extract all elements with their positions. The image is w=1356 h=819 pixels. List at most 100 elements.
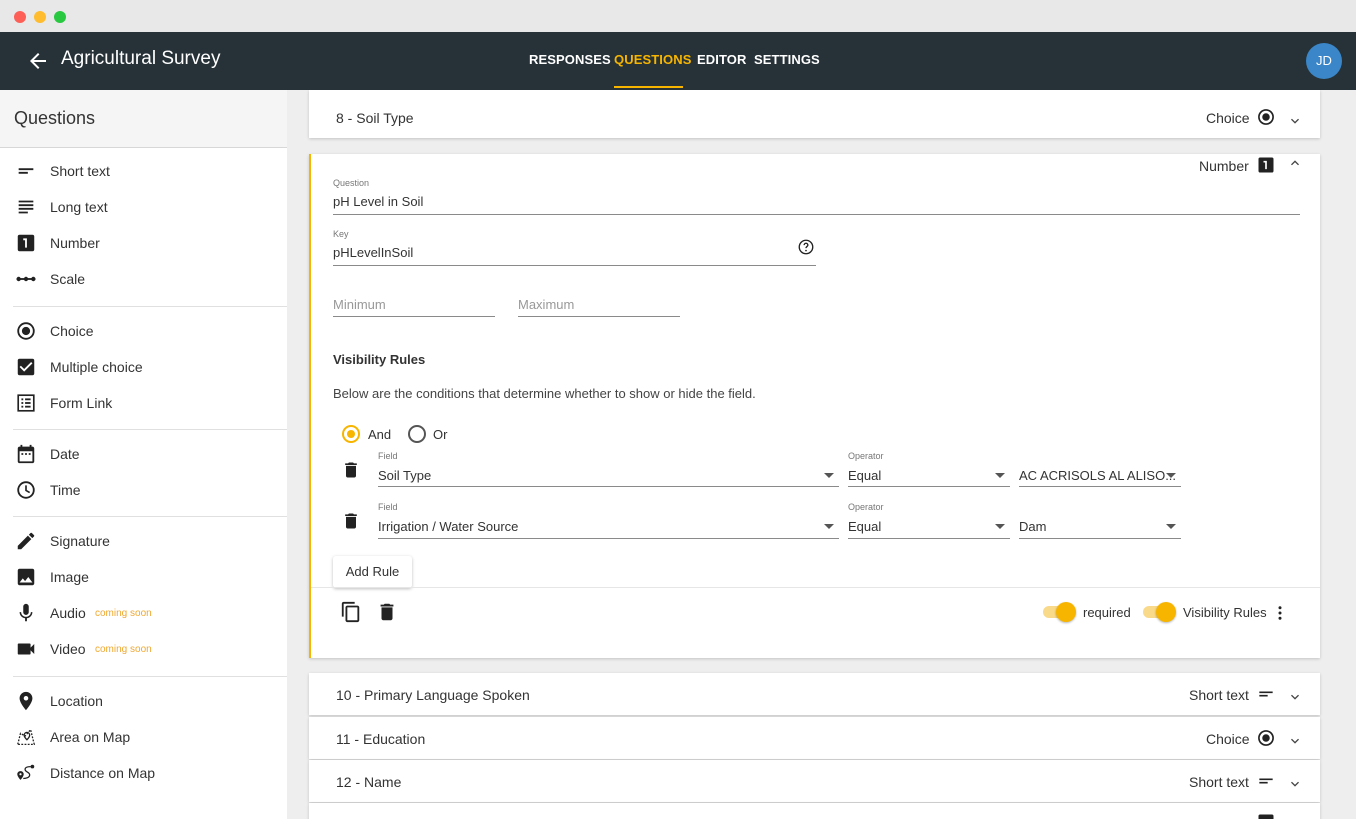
chevron-down-icon[interactable]	[1287, 776, 1303, 792]
delete-rule-icon[interactable]	[341, 460, 361, 480]
minimum-input[interactable]: Minimum	[333, 297, 386, 312]
radio-icon	[1258, 730, 1274, 746]
sidebar-item-multiple-choice[interactable]: Multiple choice	[0, 353, 287, 383]
dropdown-arrow-icon	[824, 524, 834, 529]
sidebar-item-audio[interactable]: Audio coming soon	[0, 599, 287, 629]
checkbox-icon	[17, 358, 35, 376]
add-rule-button[interactable]: Add Rule	[333, 556, 412, 588]
sidebar-item-label: Date	[50, 446, 80, 462]
rule-operator-select[interactable]: Equal	[848, 468, 881, 483]
more-options-icon[interactable]	[1271, 604, 1289, 622]
and-radio[interactable]	[342, 425, 360, 443]
tab-responses[interactable]: RESPONSES	[529, 52, 611, 67]
rule-operator-underline	[848, 538, 1010, 539]
dropdown-arrow-icon	[995, 524, 1005, 529]
arrow-back-icon[interactable]	[26, 49, 50, 73]
chevron-up-icon[interactable]	[1287, 155, 1303, 171]
pencil-icon	[17, 532, 35, 550]
question-card-collapsed[interactable]: 11 - Education Choice	[309, 717, 1320, 759]
key-input[interactable]: pHLevelInSoil	[333, 245, 413, 260]
tab-editor[interactable]: EDITOR	[697, 52, 746, 67]
sidebar-item-signature[interactable]: Signature	[0, 527, 287, 557]
avatar[interactable]: JD	[1306, 43, 1342, 79]
question-card-collapsed[interactable]: 8 - Soil Type Choice	[309, 90, 1320, 138]
map-area-icon	[16, 728, 36, 745]
question-title: 8 - Soil Type	[336, 110, 414, 126]
list-icon	[17, 394, 35, 412]
dropdown-arrow-icon	[1166, 524, 1176, 529]
question-card-collapsed[interactable]	[309, 803, 1320, 819]
maximize-window-button[interactable]	[54, 11, 66, 23]
rule-value-select[interactable]: AC ACRISOLS AL ALISO...	[1019, 468, 1176, 483]
sidebar-item-number[interactable]: Number	[0, 229, 287, 259]
coming-soon-badge: coming soon	[95, 608, 152, 619]
required-toggle[interactable]	[1041, 601, 1076, 622]
rule-field-select[interactable]: Soil Type	[378, 468, 431, 483]
maximum-input[interactable]: Maximum	[518, 297, 574, 312]
rule-field-select[interactable]: Irrigation / Water Source	[378, 519, 518, 534]
sidebar-item-label: Time	[50, 482, 81, 498]
toggle-knob	[1156, 602, 1176, 622]
tab-questions[interactable]: QUESTIONS	[614, 52, 691, 67]
sidebar-item-label: Location	[50, 693, 103, 709]
sidebar-item-label: Signature	[50, 533, 110, 549]
video-camera-icon	[17, 643, 35, 655]
close-window-button[interactable]	[14, 11, 26, 23]
sidebar-item-date[interactable]: Date	[0, 440, 287, 470]
sidebar-item-distance-on-map[interactable]: Distance on Map	[0, 759, 287, 789]
rule-field-label: Field	[378, 451, 398, 461]
window-titlebar	[0, 0, 1356, 32]
sidebar-item-time[interactable]: Time	[0, 476, 287, 506]
radio-icon	[1258, 109, 1274, 125]
rule-operator-select[interactable]: Equal	[848, 519, 881, 534]
sidebar-header: Questions	[0, 90, 287, 148]
sidebar-item-video[interactable]: Video coming soon	[0, 635, 287, 665]
question-type-label: Choice	[1206, 731, 1250, 747]
tab-settings[interactable]: SETTINGS	[754, 52, 820, 67]
sidebar-item-long-text[interactable]: Long text	[0, 193, 287, 223]
or-radio[interactable]	[408, 425, 426, 443]
sidebar-item-short-text[interactable]: Short text	[0, 157, 287, 187]
rule-value-underline	[1019, 486, 1181, 487]
question-card-expanded: Number Question pH Level in Soil Key pHL…	[309, 154, 1320, 658]
delete-rule-icon[interactable]	[341, 511, 361, 531]
sidebar-divider	[13, 516, 287, 517]
sidebar-item-label: Scale	[50, 271, 86, 287]
or-radio-label: Or	[433, 427, 448, 442]
card-footer-divider	[311, 587, 1320, 588]
question-card-collapsed[interactable]: 12 - Name Short text	[309, 760, 1320, 802]
minimize-window-button[interactable]	[34, 11, 46, 23]
question-card-collapsed[interactable]: 10 - Primary Language Spoken Short text	[309, 673, 1320, 715]
rule-value-select[interactable]: Dam	[1019, 519, 1046, 534]
sidebar-item-form-link[interactable]: Form Link	[0, 389, 287, 419]
question-text-input[interactable]: pH Level in Soil	[333, 194, 423, 209]
sidebar-item-scale[interactable]: Scale	[0, 265, 287, 295]
chevron-down-icon[interactable]	[1287, 689, 1303, 705]
visibility-rules-toggle[interactable]	[1141, 601, 1176, 622]
help-icon[interactable]	[797, 238, 815, 256]
calendar-icon	[17, 444, 35, 464]
sidebar-title: Questions	[14, 108, 96, 128]
toggle-knob	[1056, 602, 1076, 622]
sidebar-item-choice[interactable]: Choice	[0, 317, 287, 347]
copy-icon[interactable]	[340, 601, 362, 623]
visibility-rules-label: Visibility Rules	[1183, 605, 1267, 620]
chevron-down-icon[interactable]	[1287, 733, 1303, 749]
chevron-down-icon[interactable]	[1287, 113, 1303, 129]
sidebar-item-image[interactable]: Image	[0, 563, 287, 593]
question-type-label: Short text	[1189, 687, 1249, 703]
sidebar-item-area-on-map[interactable]: Area on Map	[0, 723, 287, 753]
visibility-rules-description: Below are the conditions that determine …	[333, 386, 756, 401]
image-icon	[17, 568, 35, 586]
number-icon	[17, 234, 35, 252]
dropdown-arrow-icon	[995, 473, 1005, 478]
minimum-input-underline	[333, 316, 495, 317]
app-bar: Agricultural Survey RESPONSES QUESTIONS …	[0, 32, 1356, 90]
delete-question-icon[interactable]	[376, 601, 398, 623]
clock-icon	[17, 481, 35, 499]
sidebar-item-location[interactable]: Location	[0, 687, 287, 717]
sidebar-divider	[13, 429, 287, 430]
question-title: 10 - Primary Language Spoken	[336, 687, 530, 703]
rule-operator-label: Operator	[848, 451, 884, 461]
active-tab-indicator	[614, 86, 683, 88]
